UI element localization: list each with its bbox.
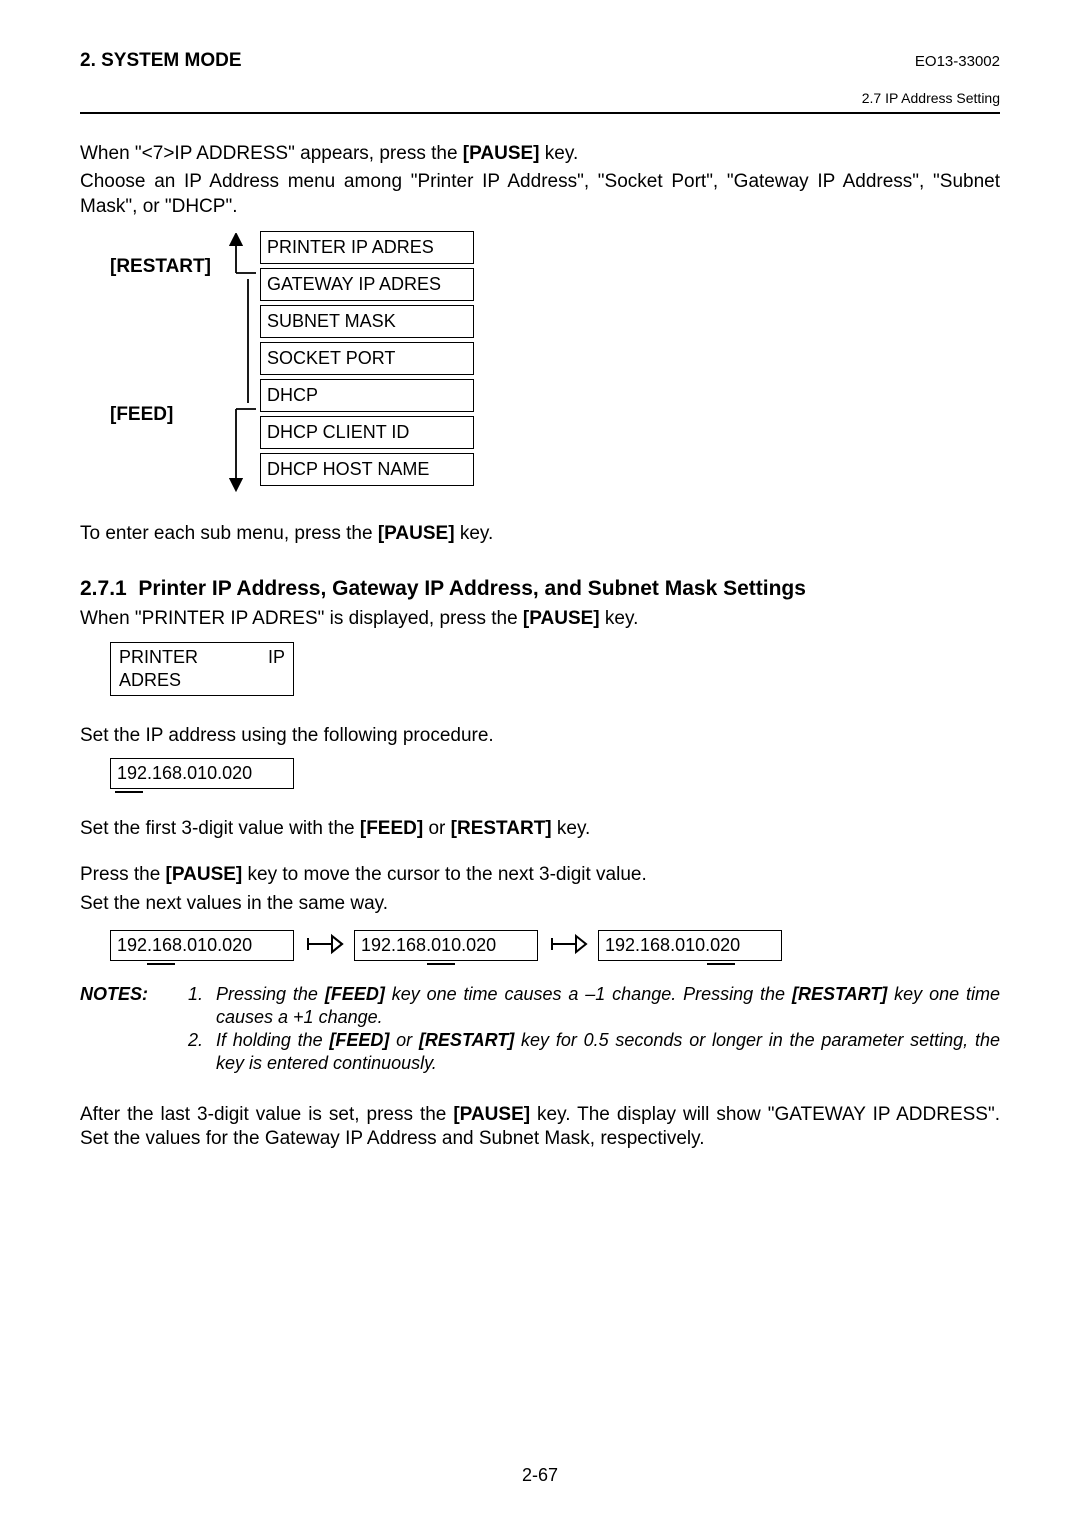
intro-line-1: When "<7>IP ADDRESS" appears, press the … <box>80 142 1000 166</box>
text: or <box>423 818 450 839</box>
page-header: 2. SYSTEM MODE EO13-33002 <box>80 50 1000 72</box>
page-number: 2-67 <box>0 1465 1080 1486</box>
text: key. <box>552 818 591 839</box>
arrow-right-icon <box>538 930 598 956</box>
menu-item: SUBNET MASK <box>260 305 474 338</box>
text: key one time causes a –1 change. Pressin… <box>385 984 792 1004</box>
feed-key: [FEED] <box>325 984 385 1004</box>
notes-label: NOTES: <box>80 984 148 1004</box>
menu-column: PRINTER IP ADRES GATEWAY IP ADRES SUBNET… <box>260 231 474 490</box>
press-pause-line: Press the [PAUSE] key to move the cursor… <box>80 863 1000 887</box>
closing-paragraph: After the last 3-digit value is set, pre… <box>80 1103 1000 1152</box>
text: key. <box>540 143 579 164</box>
set-first-digit-line: Set the first 3-digit value with the [FE… <box>80 817 1000 841</box>
notes-block: NOTES: 1. Pressing the [FEED] key one ti… <box>80 983 1000 1075</box>
pause-key: [PAUSE] <box>166 864 243 885</box>
cursor-underline-icon <box>707 963 735 965</box>
header-rule <box>80 112 1000 114</box>
text: Press the <box>80 864 166 885</box>
text: When "PRINTER IP ADRES" is displayed, pr… <box>80 608 523 629</box>
menu-item: DHCP <box>260 379 474 412</box>
cursor-underline-icon <box>115 791 143 793</box>
restart-key: [RESTART] <box>451 818 552 839</box>
menu-item: SOCKET PORT <box>260 342 474 375</box>
section-intro: When "PRINTER IP ADRES" is displayed, pr… <box>80 607 1000 631</box>
text: If holding the <box>216 1030 329 1050</box>
text: After the last 3-digit value is set, pre… <box>80 1104 453 1125</box>
text: Pressing the <box>216 984 325 1004</box>
menu-item: DHCP HOST NAME <box>260 453 474 486</box>
set-next-line: Set the next values in the same way. <box>80 892 1000 916</box>
menu-item: DHCP CLIENT ID <box>260 416 474 449</box>
text: key. <box>600 608 639 629</box>
text: When "<7>IP ADDRESS" appears, press the <box>80 143 463 164</box>
intro-line-2: Choose an IP Address menu among "Printer… <box>80 170 1000 219</box>
ip-value: 192.168.010.020 <box>117 935 252 955</box>
note-number: 2. <box>188 1029 216 1075</box>
section-heading: 2.7.1 Printer IP Address, Gateway IP Add… <box>80 576 1000 603</box>
lcd-display-box: PRINTER IP ADRES <box>110 642 294 696</box>
section-number: 2.7.1 <box>80 577 127 600</box>
note-body: If holding the [FEED] or [RESTART] key f… <box>216 1029 1000 1075</box>
text: key. <box>455 523 494 544</box>
feed-key: [FEED] <box>329 1030 389 1050</box>
ip-progression-row: 192.168.010.020 192.168.010.020 192.168.… <box>110 930 1000 961</box>
enter-submenu-line: To enter each sub menu, press the [PAUSE… <box>80 522 1000 546</box>
ip-value: 192.168.010.020 <box>117 763 252 783</box>
ip-value: 192.168.010.020 <box>361 935 496 955</box>
arrow-right-icon <box>294 930 354 956</box>
ip-display-box: 192.168.010.020 <box>354 930 538 961</box>
section-title: Printer IP Address, Gateway IP Address, … <box>138 577 806 600</box>
pause-key: [PAUSE] <box>523 608 600 629</box>
pause-key: [PAUSE] <box>463 143 540 164</box>
note-number: 1. <box>188 983 216 1029</box>
nav-arrows-icon <box>224 233 258 493</box>
set-ip-line: Set the IP address using the following p… <box>80 724 1000 748</box>
ip-display-box: 192.168.010.020 <box>110 758 294 789</box>
menu-item: GATEWAY IP ADRES <box>260 268 474 301</box>
note-body: Pressing the [FEED] key one time causes … <box>216 983 1000 1029</box>
chapter-title: 2. SYSTEM MODE <box>80 50 242 72</box>
doc-number: EO13-33002 <box>915 53 1000 70</box>
text: To enter each sub menu, press the <box>80 523 378 544</box>
text: key to move the cursor to the next 3-dig… <box>242 864 646 885</box>
menu-item: PRINTER IP ADRES <box>260 231 474 264</box>
ip-display-box: 192.168.010.020 <box>598 930 782 961</box>
ip-value: 192.168.010.020 <box>605 935 740 955</box>
section-breadcrumb: 2.7 IP Address Setting <box>80 90 1000 106</box>
menu-navigation-diagram: [RESTART] [FEED] <box>110 231 1000 490</box>
text: or <box>389 1030 419 1050</box>
cursor-underline-icon <box>147 963 175 965</box>
restart-key: [RESTART] <box>792 984 887 1004</box>
feed-key: [FEED] <box>360 818 423 839</box>
cursor-underline-icon <box>427 963 455 965</box>
restart-key: [RESTART] <box>419 1030 514 1050</box>
ip-display-box: 192.168.010.020 <box>110 930 294 961</box>
nav-column: [RESTART] [FEED] <box>110 231 260 490</box>
text: Set the first 3-digit value with the <box>80 818 360 839</box>
pause-key: [PAUSE] <box>378 523 455 544</box>
pause-key: [PAUSE] <box>453 1104 530 1125</box>
